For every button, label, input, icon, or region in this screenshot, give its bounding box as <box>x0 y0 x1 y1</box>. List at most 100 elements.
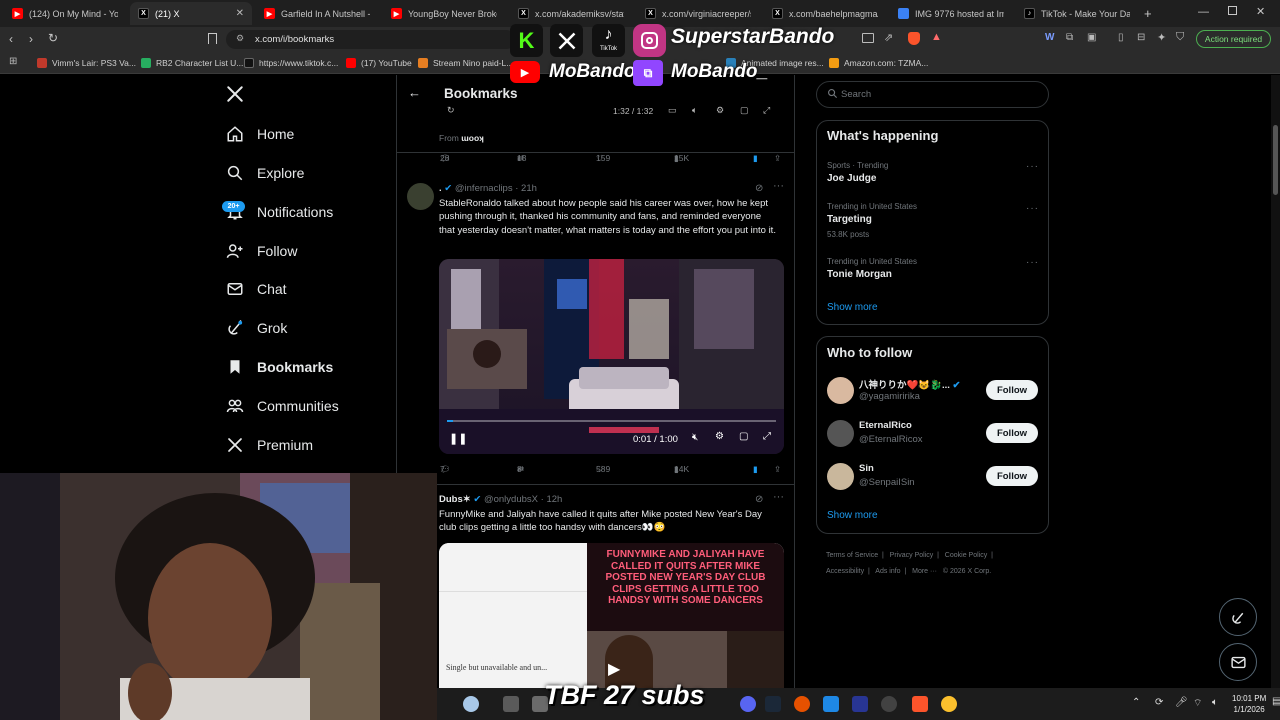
author-handle[interactable]: @onlydubsX <box>484 494 538 505</box>
back-icon[interactable]: ‹ <box>9 32 13 46</box>
nav-chat[interactable]: Chat <box>226 277 287 301</box>
settings-icon[interactable]: ⚙ <box>715 431 724 442</box>
messages-fab[interactable] <box>1219 643 1257 681</box>
browser-tab[interactable]: ♪ TikTok - Make Your Day <box>1016 2 1138 25</box>
notification-center-icon[interactable]: ▤ <box>1272 696 1280 707</box>
taskbar-app-icon[interactable] <box>794 696 810 712</box>
tweet-time[interactable]: 21h <box>521 183 537 194</box>
avatar[interactable] <box>827 377 854 404</box>
browser-tab[interactable]: ▶ YoungBoy Never Broke Ag <box>383 2 505 25</box>
captions-icon[interactable]: ▭ <box>668 105 677 116</box>
footer-link[interactable]: More ··· <box>912 568 937 575</box>
fullscreen-icon[interactable]: ⤢ <box>763 105 770 116</box>
speaker-icon[interactable]: 🔈︎ <box>1212 697 1218 708</box>
trend-name[interactable]: Joe Judge <box>827 173 876 184</box>
like-button[interactable]: ♡ 159 <box>596 153 610 163</box>
discord-icon[interactable] <box>740 696 756 712</box>
wifi-icon[interactable]: ⌔ <box>1193 697 1202 710</box>
avatar[interactable] <box>407 183 434 210</box>
follow-button[interactable]: Follow <box>986 423 1038 443</box>
more-options-icon[interactable]: ··· <box>773 180 784 192</box>
trend-name[interactable]: Tonie Morgan <box>827 269 892 280</box>
footer-link[interactable]: Terms of Service <box>826 552 878 559</box>
nav-follow[interactable]: Follow <box>226 239 297 263</box>
bookmark-page-icon[interactable] <box>208 33 217 44</box>
brave-shield-icon[interactable] <box>908 32 920 45</box>
replay-icon[interactable]: ↻ <box>447 105 455 116</box>
follow-button[interactable]: Follow <box>986 380 1038 400</box>
brave-icon[interactable] <box>912 696 928 712</box>
trend-name[interactable]: Targeting <box>827 214 872 225</box>
microphone-icon[interactable]: 🎤︎ <box>1175 697 1188 708</box>
account-name[interactable]: Sin <box>859 463 874 474</box>
clock[interactable]: 10:01 PM 1/1/2026 <box>1232 693 1266 715</box>
nav-explore[interactable]: Explore <box>226 161 304 185</box>
grok-fab[interactable] <box>1219 598 1257 636</box>
pip-icon[interactable]: ▢ <box>739 431 748 442</box>
close-tab-icon[interactable]: ✕ <box>236 8 244 19</box>
volume-icon[interactable]: 🔈︎ <box>692 105 697 116</box>
wallet-icon[interactable]: ▣ <box>1087 32 1096 43</box>
browser-tab[interactable]: IMG 9776 hosted at ImgB <box>890 2 1012 25</box>
leo-icon[interactable]: ✦ <box>1157 31 1166 44</box>
nav-grok[interactable]: Grok <box>226 316 287 340</box>
play-icon[interactable]: ▶ <box>608 659 620 679</box>
more-options-icon[interactable]: ··· <box>1026 203 1039 214</box>
x-logo-icon[interactable] <box>226 85 244 103</box>
nav-premium[interactable]: Premium <box>226 433 313 457</box>
action-required-button[interactable]: Action required <box>1196 30 1271 48</box>
scrollbar-thumb[interactable] <box>1273 125 1278 195</box>
footer-link[interactable]: Ads info <box>875 568 900 575</box>
nav-communities[interactable]: Communities <box>226 394 339 418</box>
share-button[interactable]: ⇪ <box>774 153 781 164</box>
avatar[interactable] <box>827 463 854 490</box>
browser-tab[interactable]: X x.com/baehelpmagma/sta <box>764 2 886 25</box>
reload-icon[interactable]: ↻ <box>48 31 58 45</box>
account-name[interactable]: EternalRico <box>859 420 912 431</box>
settings-icon[interactable]: ⚙ <box>716 105 724 116</box>
bookmark-item[interactable]: (17) YouTube <box>346 55 412 71</box>
network-icon[interactable]: ⟳ <box>1155 697 1163 708</box>
close-window-button[interactable]: ✕ <box>1256 5 1265 18</box>
fullscreen-icon[interactable]: ⤢ <box>763 431 771 442</box>
pip-icon[interactable]: ▢ <box>740 105 749 116</box>
back-arrow-icon[interactable]: ← <box>408 85 421 100</box>
grok-icon[interactable]: ⊘ <box>755 183 763 194</box>
bookmark-item[interactable]: Vimm's Lair: PS3 Va... <box>37 55 136 71</box>
more-options-icon[interactable]: ··· <box>1026 161 1039 172</box>
puzzle-icon[interactable]: ⧉ <box>1066 32 1073 43</box>
cast-icon[interactable] <box>862 33 874 43</box>
more-options-icon[interactable]: ··· <box>1026 257 1039 268</box>
scrollbar[interactable] <box>1271 75 1280 688</box>
maximize-button[interactable] <box>1228 6 1237 15</box>
footer-link[interactable]: Cookie Policy <box>945 552 987 559</box>
tweet-time[interactable]: 12h <box>546 494 562 505</box>
views-button[interactable]: ▮ 14K <box>674 464 689 474</box>
bookmark-button[interactable]: ▮ <box>753 464 758 475</box>
grok-icon[interactable]: ⊘ <box>755 494 763 505</box>
show-more-link[interactable]: Show more <box>827 302 878 313</box>
reply-button[interactable]: 💬︎ 7 <box>440 464 451 474</box>
like-button[interactable]: ♡ 589 <box>596 464 610 474</box>
show-more-link[interactable]: Show more <box>827 510 878 521</box>
steam-icon[interactable] <box>765 696 781 712</box>
share-button[interactable]: ⇪ <box>774 464 781 475</box>
mute-icon[interactable]: 🔇︎ <box>692 432 698 443</box>
widgets-icon[interactable] <box>463 696 479 712</box>
avatar[interactable] <box>827 420 854 447</box>
url-field[interactable]: ⚙ x.com/i/bookmarks <box>226 30 516 49</box>
pause-icon[interactable]: ❚❚ <box>449 432 467 445</box>
nav-bookmarks[interactable]: Bookmarks <box>226 355 333 379</box>
vpn-icon[interactable]: ⛉ <box>1176 31 1184 44</box>
video-progress-track[interactable] <box>447 420 776 422</box>
bookmark-item[interactable]: Stream Nino paid-L... <box>418 55 513 71</box>
extension-icon[interactable]: W <box>1045 32 1054 43</box>
author-handle[interactable]: @infernaclips <box>455 183 513 194</box>
tweet-video[interactable]: ❚❚ 0:01 / 1:00 🔇︎ ⚙ ▢ ⤢ <box>439 259 784 454</box>
tweet-media[interactable]: Single but unavailable and un... FUNNYMI… <box>439 543 784 688</box>
author-name[interactable]: . <box>439 183 442 194</box>
taskbar-app-icon[interactable] <box>852 696 868 712</box>
taskbar-app-icon[interactable] <box>503 696 519 712</box>
browser-tab-active[interactable]: X (21) X ✕ <box>130 2 252 25</box>
brave-rewards-icon[interactable]: ▲ <box>931 31 942 43</box>
